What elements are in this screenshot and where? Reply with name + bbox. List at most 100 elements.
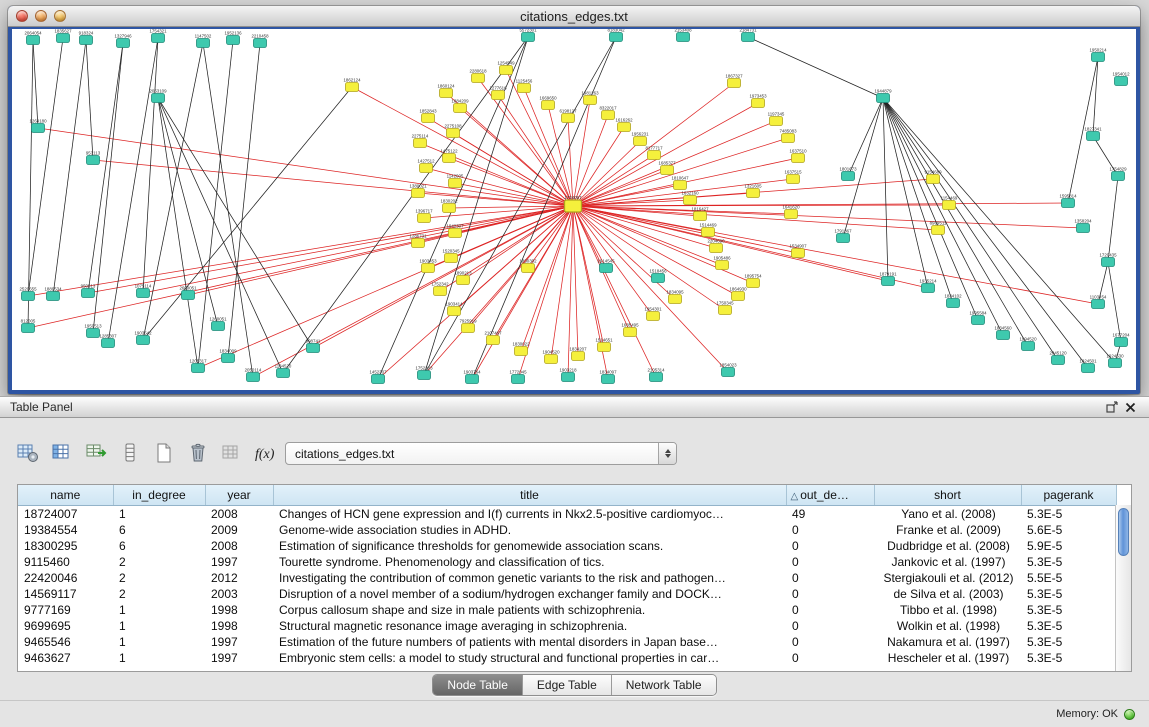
graph-node[interactable]: 1520345 [442,248,460,262]
cell-name[interactable]: 9115460 [18,554,113,570]
graph-node[interactable]: 1956231 [631,131,649,145]
cell-name[interactable]: 22420046 [18,570,113,586]
graph-node[interactable]: 1632160 [681,190,699,204]
graph-node[interactable]: 1103454 [1090,294,1107,308]
tab-network-table[interactable]: Network Table [612,675,716,695]
cell-name[interactable]: 18300295 [18,538,113,554]
citation-edge[interactable] [883,98,1003,335]
graph-node[interactable]: 1830022 [512,341,530,355]
graph-node[interactable]: 1834102 [944,293,962,307]
graph-node[interactable]: 1514469 [699,222,717,236]
rename-column-button[interactable] [218,440,246,466]
graph-node[interactable]: 1321605 [744,183,762,197]
cell-short[interactable]: Yano et al. (2008) [874,505,1021,522]
table-row[interactable]: 1456911722003Disruption of a novel membe… [18,586,1116,602]
citation-edge[interactable] [848,98,883,176]
cell-year[interactable]: 1998 [205,602,273,618]
graph-node[interactable]: 1834095 [666,289,684,303]
graph-node[interactable]: 1950214 [1089,47,1107,61]
citation-edge[interactable] [883,98,1028,346]
citation-edge[interactable] [573,100,590,206]
cell-out-de-[interactable]: 0 [786,554,874,570]
cell-short[interactable]: de Silva et al. (2003) [874,586,1021,602]
citation-edge[interactable] [449,158,573,206]
graph-node[interactable]: 1944879 [874,88,892,102]
cell-short[interactable]: Nakamura et al. (1997) [874,634,1021,650]
cell-in-degree[interactable]: 1 [113,650,205,666]
graph-node[interactable]: 1641620 [782,204,800,218]
cell-out-de-[interactable]: 49 [786,505,874,522]
graph-node[interactable]: 1827341 [1084,126,1102,140]
cell-pagerank[interactable]: 5.3E-5 [1021,586,1116,602]
graph-node[interactable]: 950513 [81,283,96,297]
cell-pagerank[interactable]: 5.3E-5 [1021,505,1116,522]
graph-node[interactable]: 1791867 [834,228,852,242]
citation-edge[interactable] [143,38,158,293]
citation-edge[interactable] [883,98,888,281]
graph-node[interactable]: 1903542 [134,330,152,344]
cell-year[interactable]: 1997 [205,634,273,650]
new-column-button[interactable] [150,440,178,466]
graph-node[interactable]: 918324 [79,30,94,44]
graph-node[interactable]: 1685377 [658,160,676,174]
zoom-window-icon[interactable] [54,10,66,22]
cell-out-de-[interactable]: 0 [786,586,874,602]
graph-node[interactable]: 1720435 [1099,252,1117,266]
cell-short[interactable]: Jankovic et al. (1997) [874,554,1021,570]
citation-edge[interactable] [158,98,313,348]
graph-node[interactable]: 1752342 [431,281,449,295]
citation-edge[interactable] [33,40,38,128]
graph-node[interactable]: 1895754 [744,273,762,287]
cell-title[interactable]: Estimation of the future numbers of pati… [273,634,786,650]
column-header-name[interactable]: name [18,485,113,505]
cell-name[interactable]: 19384554 [18,522,113,538]
graph-node[interactable]: 2045120 [1049,350,1067,364]
graph-node[interactable]: 1830302 [519,258,537,272]
citation-edge[interactable] [573,141,640,206]
graph-node[interactable]: 1890213 [454,270,472,284]
graph-node[interactable]: 1903414 [445,301,463,315]
cell-name[interactable]: 9699695 [18,618,113,634]
graph-node[interactable]: 953113 [86,150,101,164]
cell-name[interactable]: 14569117 [18,586,113,602]
graph-node[interactable]: 1754829 [1109,166,1127,180]
graph-node[interactable]: 998741 [306,338,321,352]
graph-node[interactable]: 1905584 [969,310,987,324]
graph-node[interactable]: 1685495 [621,322,639,336]
table-row[interactable]: 1872400712008Changes of HCN gene express… [18,505,1116,522]
cell-year[interactable]: 1997 [205,554,273,570]
citation-edge[interactable] [883,98,928,288]
citation-edge[interactable] [551,206,573,359]
graph-node[interactable]: 1669650 [539,95,557,109]
graph-node[interactable]: 1750345 [716,300,734,314]
graph-node[interactable]: 2050114 [245,367,262,381]
tab-edge-table[interactable]: Edge Table [523,675,612,695]
graph-node[interactable]: 1903218 [559,367,577,381]
graph-node[interactable]: 7485083 [779,128,797,142]
column-header-in-degree[interactable]: in_degree [113,485,205,505]
graph-node[interactable]: 2275114 [412,133,429,147]
graph-node[interactable]: 1380021 [409,183,427,197]
delete-column-button[interactable] [184,440,212,466]
graph-node[interactable]: 1254549 [497,60,515,74]
cell-title[interactable]: Corpus callosum shape and size in male p… [273,602,786,618]
scrollbar-thumb[interactable] [1118,508,1129,556]
table-selector-combo[interactable]: citations_edges.txt [285,442,677,465]
graph-node[interactable]: 1834560 [994,325,1012,339]
cell-pagerank[interactable]: 5.3E-5 [1021,554,1116,570]
graph-node[interactable]: 1860124 [437,83,455,97]
cell-name[interactable]: 9777169 [18,602,113,618]
cell-pagerank[interactable]: 5.9E-5 [1021,538,1116,554]
graph-node[interactable]: 1816427 [691,206,709,220]
graph-node[interactable]: 1754321 [149,29,167,43]
citation-edge[interactable] [188,206,573,295]
graph-node[interactable]: 1942307 [446,223,464,237]
graph-node[interactable]: 1285307 [99,333,117,347]
cell-in-degree[interactable]: 1 [113,634,205,650]
graph-node[interactable]: 1867327 [725,73,743,87]
table-mode-button[interactable] [14,440,42,466]
graph-node[interactable]: 1903764 [463,369,481,383]
graph-node[interactable]: 1125456 [516,78,533,92]
graph-node[interactable]: 2153408 [674,29,692,42]
cell-out-de-[interactable]: 0 [786,634,874,650]
